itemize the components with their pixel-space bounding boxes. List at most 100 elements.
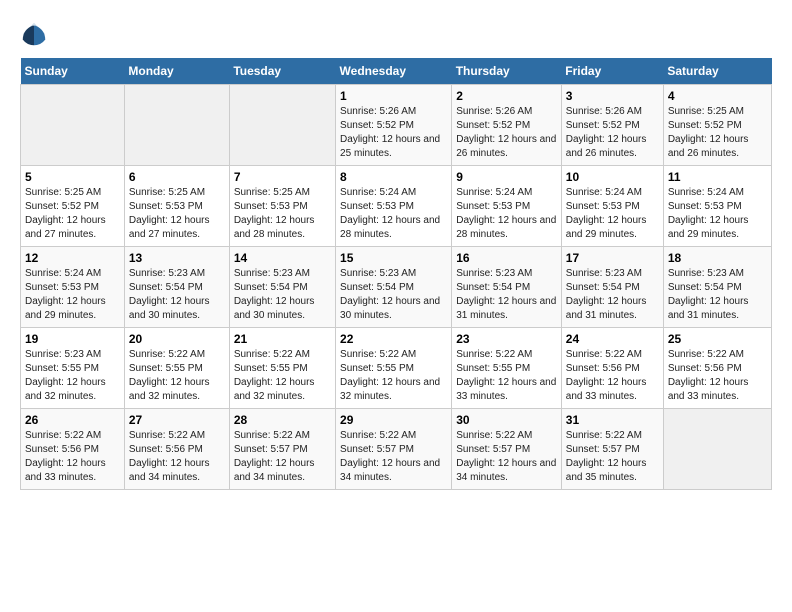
day-number: 12 [25,251,120,265]
day-info: Sunrise: 5:22 AMSunset: 5:57 PMDaylight:… [234,429,331,485]
day-info: Sunrise: 5:22 AMSunset: 5:56 PMDaylight:… [566,348,659,404]
day-info: Sunrise: 5:23 AMSunset: 5:54 PMDaylight:… [456,267,557,323]
day-info: Sunrise: 5:25 AMSunset: 5:53 PMDaylight:… [234,186,331,242]
day-info: Sunrise: 5:24 AMSunset: 5:53 PMDaylight:… [456,186,557,242]
day-info: Sunrise: 5:23 AMSunset: 5:54 PMDaylight:… [566,267,659,323]
calendar-cell: 2 Sunrise: 5:26 AMSunset: 5:52 PMDaylight… [452,85,562,166]
day-number: 4 [668,89,767,103]
day-info: Sunrise: 5:22 AMSunset: 5:55 PMDaylight:… [456,348,557,404]
day-number: 10 [566,170,659,184]
day-info: Sunrise: 5:25 AMSunset: 5:52 PMDaylight:… [668,105,767,161]
day-info: Sunrise: 5:23 AMSunset: 5:54 PMDaylight:… [340,267,447,323]
page-header [20,20,772,48]
calendar-cell: 28 Sunrise: 5:22 AMSunset: 5:57 PMDayligh… [229,409,335,490]
calendar-cell: 23 Sunrise: 5:22 AMSunset: 5:55 PMDayligh… [452,328,562,409]
day-number: 16 [456,251,557,265]
logo-icon [20,20,48,48]
day-number: 30 [456,413,557,427]
day-info: Sunrise: 5:22 AMSunset: 5:56 PMDaylight:… [668,348,767,404]
day-number: 19 [25,332,120,346]
header-cell-wednesday: Wednesday [336,58,452,85]
calendar-cell: 29 Sunrise: 5:22 AMSunset: 5:57 PMDayligh… [336,409,452,490]
day-number: 6 [129,170,225,184]
day-number: 25 [668,332,767,346]
calendar-cell: 27 Sunrise: 5:22 AMSunset: 5:56 PMDayligh… [124,409,229,490]
day-number: 23 [456,332,557,346]
calendar-cell: 20Sunrise: 5:22 AMSunset: 5:55 PMDayligh… [124,328,229,409]
logo [20,20,52,48]
day-number: 2 [456,89,557,103]
calendar-week-3: 12 Sunrise: 5:24 AMSunset: 5:53 PMDayligh… [21,247,772,328]
calendar-week-2: 5 Sunrise: 5:25 AMSunset: 5:52 PMDaylight… [21,166,772,247]
calendar-cell: 13 Sunrise: 5:23 AMSunset: 5:54 PMDayligh… [124,247,229,328]
day-info: Sunrise: 5:23 AMSunset: 5:54 PMDaylight:… [234,267,331,323]
calendar-cell: 10 Sunrise: 5:24 AMSunset: 5:53 PMDayligh… [561,166,663,247]
calendar-week-4: 19 Sunrise: 5:23 AMSunset: 5:55 PMDayligh… [21,328,772,409]
day-info: Sunrise: 5:24 AMSunset: 5:53 PMDaylight:… [566,186,659,242]
day-info: Sunrise: 5:22 AMSunset: 5:57 PMDaylight:… [456,429,557,485]
day-info: Sunrise: 5:26 AMSunset: 5:52 PMDaylight:… [456,105,557,161]
day-number: 29 [340,413,447,427]
day-info: Sunrise: 5:24 AMSunset: 5:53 PMDaylight:… [340,186,447,242]
calendar-cell: 12 Sunrise: 5:24 AMSunset: 5:53 PMDayligh… [21,247,125,328]
day-number: 21 [234,332,331,346]
day-number: 17 [566,251,659,265]
day-info: Sunrise: 5:26 AMSunset: 5:52 PMDaylight:… [340,105,447,161]
calendar-cell [124,85,229,166]
calendar-cell: 31Sunrise: 5:22 AMSunset: 5:57 PMDayligh… [561,409,663,490]
calendar-cell: 16 Sunrise: 5:23 AMSunset: 5:54 PMDayligh… [452,247,562,328]
calendar-week-5: 26 Sunrise: 5:22 AMSunset: 5:56 PMDayligh… [21,409,772,490]
header-cell-saturday: Saturday [663,58,771,85]
day-number: 13 [129,251,225,265]
calendar-cell: 14 Sunrise: 5:23 AMSunset: 5:54 PMDayligh… [229,247,335,328]
day-number: 27 [129,413,225,427]
calendar-cell: 21 Sunrise: 5:22 AMSunset: 5:55 PMDayligh… [229,328,335,409]
calendar-cell: 17 Sunrise: 5:23 AMSunset: 5:54 PMDayligh… [561,247,663,328]
header-cell-thursday: Thursday [452,58,562,85]
calendar-cell: 9 Sunrise: 5:24 AMSunset: 5:53 PMDaylight… [452,166,562,247]
day-number: 11 [668,170,767,184]
calendar-cell: 3Sunrise: 5:26 AMSunset: 5:52 PMDaylight… [561,85,663,166]
day-info: Sunrise: 5:22 AMSunset: 5:55 PMDaylight:… [234,348,331,404]
calendar-cell: 1 Sunrise: 5:26 AMSunset: 5:52 PMDaylight… [336,85,452,166]
header-cell-friday: Friday [561,58,663,85]
day-info: Sunrise: 5:22 AMSunset: 5:57 PMDaylight:… [340,429,447,485]
day-info: Sunrise: 5:24 AMSunset: 5:53 PMDaylight:… [25,267,120,323]
header-cell-sunday: Sunday [21,58,125,85]
day-info: Sunrise: 5:25 AMSunset: 5:52 PMDaylight:… [25,186,120,242]
day-info: Sunrise: 5:26 AMSunset: 5:52 PMDaylight:… [566,105,659,161]
day-number: 7 [234,170,331,184]
calendar-cell: 5 Sunrise: 5:25 AMSunset: 5:52 PMDaylight… [21,166,125,247]
day-number: 1 [340,89,447,103]
header-cell-monday: Monday [124,58,229,85]
calendar-cell: 26Sunrise: 5:22 AMSunset: 5:56 PMDayligh… [21,409,125,490]
day-number: 9 [456,170,557,184]
day-info: Sunrise: 5:23 AMSunset: 5:54 PMDaylight:… [668,267,767,323]
day-info: Sunrise: 5:22 AMSunset: 5:55 PMDaylight:… [340,348,447,404]
calendar-cell: 8Sunrise: 5:24 AMSunset: 5:53 PMDaylight… [336,166,452,247]
header-cell-tuesday: Tuesday [229,58,335,85]
day-info: Sunrise: 5:23 AMSunset: 5:54 PMDaylight:… [129,267,225,323]
calendar-cell: 4 Sunrise: 5:25 AMSunset: 5:52 PMDaylight… [663,85,771,166]
day-number: 18 [668,251,767,265]
day-number: 14 [234,251,331,265]
calendar-cell: 22Sunrise: 5:22 AMSunset: 5:55 PMDayligh… [336,328,452,409]
calendar-cell: 18 Sunrise: 5:23 AMSunset: 5:54 PMDayligh… [663,247,771,328]
day-number: 5 [25,170,120,184]
day-number: 26 [25,413,120,427]
calendar-body: 1 Sunrise: 5:26 AMSunset: 5:52 PMDaylight… [21,85,772,490]
day-number: 24 [566,332,659,346]
calendar-cell [229,85,335,166]
calendar-cell: 6 Sunrise: 5:25 AMSunset: 5:53 PMDaylight… [124,166,229,247]
calendar-cell [663,409,771,490]
calendar-cell: 24 Sunrise: 5:22 AMSunset: 5:56 PMDayligh… [561,328,663,409]
calendar-cell [21,85,125,166]
day-number: 15 [340,251,447,265]
day-info: Sunrise: 5:23 AMSunset: 5:55 PMDaylight:… [25,348,120,404]
day-number: 28 [234,413,331,427]
day-info: Sunrise: 5:22 AMSunset: 5:57 PMDaylight:… [566,429,659,485]
calendar-table: SundayMondayTuesdayWednesdayThursdayFrid… [20,58,772,490]
day-info: Sunrise: 5:25 AMSunset: 5:53 PMDaylight:… [129,186,225,242]
calendar-cell: 7 Sunrise: 5:25 AMSunset: 5:53 PMDaylight… [229,166,335,247]
day-info: Sunrise: 5:22 AMSunset: 5:56 PMDaylight:… [129,429,225,485]
